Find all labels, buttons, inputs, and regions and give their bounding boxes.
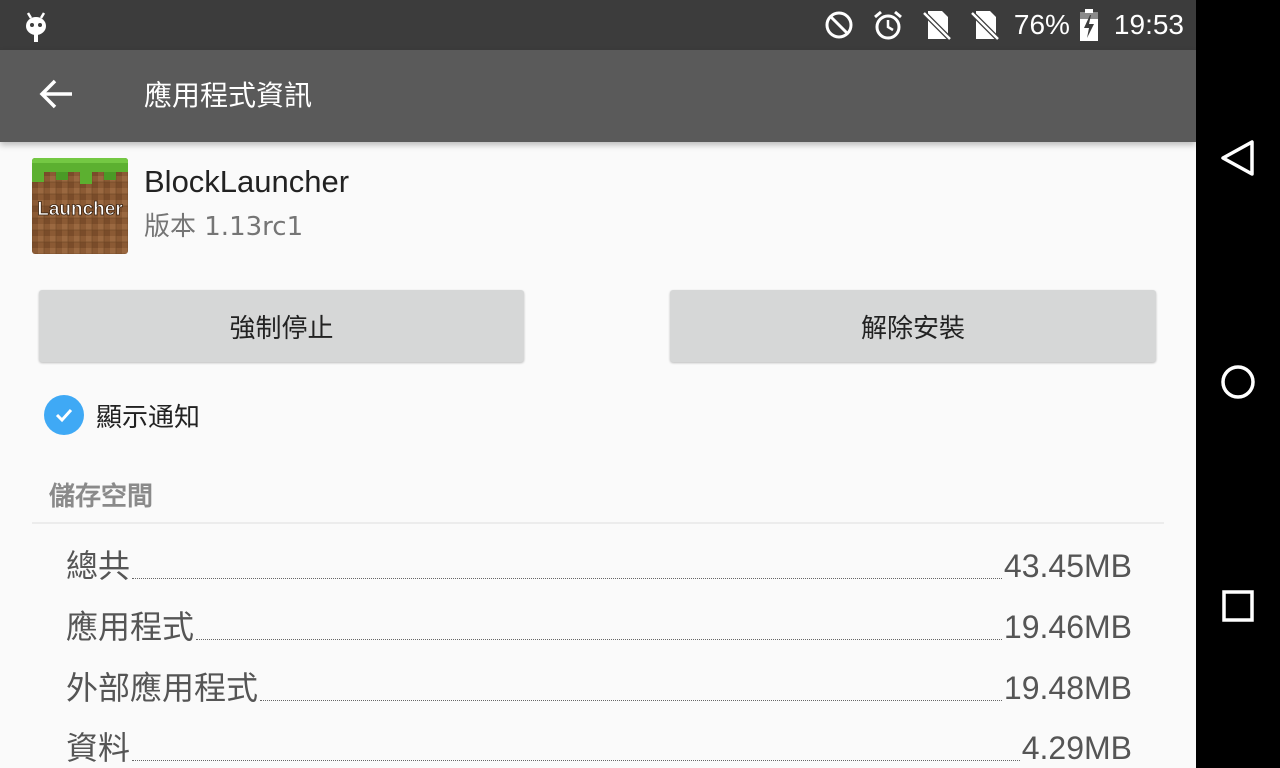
nav-home-button[interactable] (1214, 360, 1262, 408)
storage-label: 資料 (66, 730, 131, 766)
storage-row-app: 應用程式 19.46MB (66, 603, 1132, 647)
storage-label: 外部應用程式 (66, 670, 259, 706)
leader-dots (196, 638, 1002, 640)
storage-label: 總共 (66, 548, 131, 584)
app-version: 版本 1.13rc1 (144, 212, 304, 242)
show-notifications-checkbox[interactable]: 顯示通知 (44, 394, 200, 436)
navigation-bar (1196, 0, 1280, 768)
do-not-disturb-icon (824, 10, 854, 40)
battery-percent: 76% (1013, 9, 1070, 40)
app-info-screen: 76% 19:53 應用程式資訊 Launcher BlockLauncher … (0, 0, 1196, 768)
storage-section-header: 儲存空間 (49, 482, 154, 512)
nav-recents-button[interactable] (1214, 584, 1262, 632)
nav-back-button[interactable] (1214, 136, 1262, 184)
app-icon: Launcher (32, 158, 128, 254)
app-bar: 應用程式資訊 (0, 50, 1196, 142)
square-recents-icon (1218, 586, 1258, 630)
show-notifications-label: 顯示通知 (96, 402, 201, 433)
storage-row-data: 資料 4.29MB (66, 724, 1132, 768)
back-button[interactable] (28, 72, 84, 120)
status-bar: 76% 19:53 (0, 0, 1196, 50)
storage-label: 應用程式 (66, 609, 195, 645)
storage-value: 19.48MB (1003, 670, 1132, 706)
no-sim-icon (970, 9, 1000, 41)
circle-home-icon (1218, 362, 1258, 406)
app-name: BlockLauncher (144, 164, 350, 199)
storage-row-external-app: 外部應用程式 19.48MB (66, 664, 1132, 708)
storage-row-total: 總共 43.45MB (66, 542, 1132, 586)
arrow-back-icon (38, 78, 74, 114)
battery-charging-icon (1078, 8, 1100, 42)
page-title: 應用程式資訊 (144, 79, 313, 112)
force-stop-button[interactable]: 強制停止 (39, 290, 524, 362)
divider (32, 522, 1164, 524)
uninstall-button[interactable]: 解除安裝 (670, 290, 1156, 362)
leader-dots (132, 577, 1002, 579)
triangle-back-icon (1218, 138, 1258, 182)
android-debug-icon (22, 8, 50, 42)
storage-value: 43.45MB (1003, 548, 1132, 584)
leader-dots (260, 699, 1002, 701)
leader-dots (132, 759, 1020, 761)
alarm-icon (872, 9, 904, 41)
no-sim-icon (922, 9, 952, 41)
storage-value: 19.46MB (1003, 609, 1132, 645)
storage-value: 4.29MB (1021, 730, 1132, 766)
app-icon-text: Launcher (37, 199, 123, 220)
clock: 19:53 (1113, 9, 1184, 40)
checkmark-icon (44, 395, 84, 435)
